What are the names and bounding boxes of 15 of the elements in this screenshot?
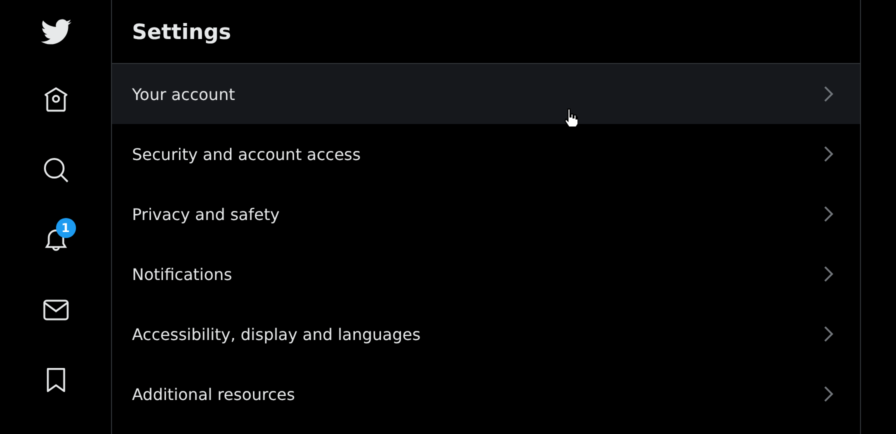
settings-item[interactable]: Accessibility, display and languages: [112, 304, 860, 364]
chevron-right-icon: [822, 324, 834, 344]
chevron-right-icon: [822, 204, 834, 224]
notification-count: 1: [56, 218, 76, 238]
settings-item[interactable]: Additional resources: [112, 364, 860, 424]
chevron-right-icon: [822, 84, 834, 104]
chevron-right-icon: [822, 264, 834, 284]
chevron-right-icon: [822, 144, 834, 164]
hand-cursor-icon: [564, 108, 578, 128]
settings-item[interactable]: Security and account access: [112, 124, 860, 184]
search-icon[interactable]: [42, 156, 70, 184]
chevron-right-icon: [822, 384, 834, 404]
settings-item[interactable]: Notifications: [112, 244, 860, 304]
settings-item[interactable]: Privacy and safety: [112, 184, 860, 244]
birdhouse-icon[interactable]: [42, 86, 70, 114]
